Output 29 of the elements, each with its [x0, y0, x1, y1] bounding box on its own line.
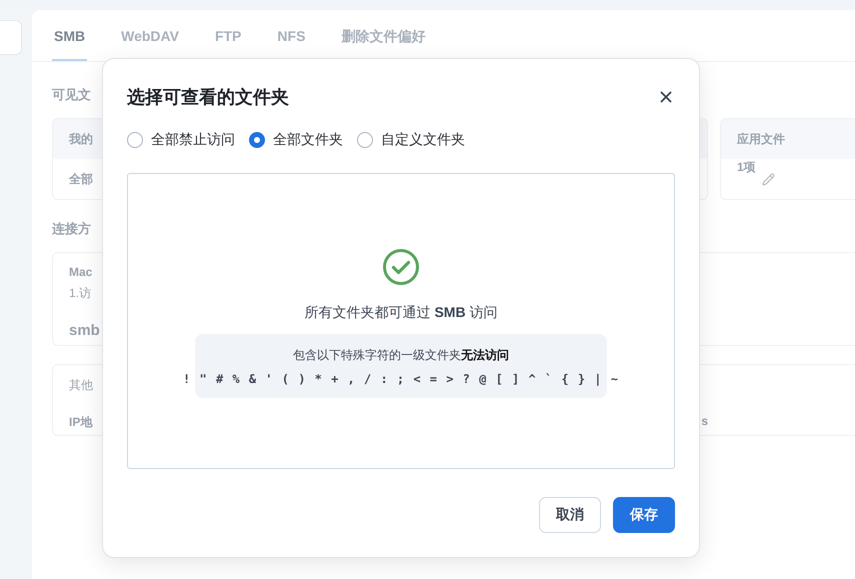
cancel-button[interactable]: 取消 — [539, 497, 601, 533]
radio-icon[interactable] — [127, 132, 143, 148]
radio-option[interactable]: 全部禁止访问 — [127, 131, 235, 149]
edit-icon[interactable] — [762, 172, 775, 186]
field-value: s — [701, 414, 708, 428]
table-cell: 1项 — [737, 159, 756, 176]
radio-icon[interactable] — [357, 132, 373, 148]
section-title: 连接方 — [52, 220, 91, 238]
option-label: 全部禁止访问 — [151, 131, 235, 149]
dialog-title: 选择可查看的文件夹 — [127, 86, 289, 109]
option-label: 自定义文件夹 — [381, 131, 465, 149]
status-message: 所有文件夹都可通过 SMB 访问 — [304, 304, 498, 322]
step-text: 1.访 — [69, 285, 92, 302]
section-title: 可见文 — [52, 86, 91, 104]
special-characters: ! " # % & ' ( ) * + , / : ; < = > ? @ [ ] ^ ` { } | ~ — [183, 372, 619, 386]
address-text: smb — [69, 322, 100, 339]
radio-option[interactable]: 全部文件夹 — [249, 131, 343, 149]
card-title: Mac — [69, 265, 92, 279]
radio-icon[interactable] — [249, 132, 265, 148]
card-title: 其他 — [69, 377, 93, 394]
option-label: 全部文件夹 — [273, 131, 343, 149]
save-button[interactable]: 保存 — [613, 497, 675, 533]
field-label: IP地 — [69, 414, 92, 431]
note-text: 包含以下特殊字符的一级文件夹无法访问 — [293, 346, 509, 364]
check-circle-icon — [382, 248, 420, 286]
tab[interactable]: SMB — [52, 10, 88, 61]
radio-option[interactable]: 自定义文件夹 — [357, 131, 465, 149]
column-header: 应用文件 — [721, 119, 855, 159]
table-cell-text: 全部 — [68, 170, 94, 188]
